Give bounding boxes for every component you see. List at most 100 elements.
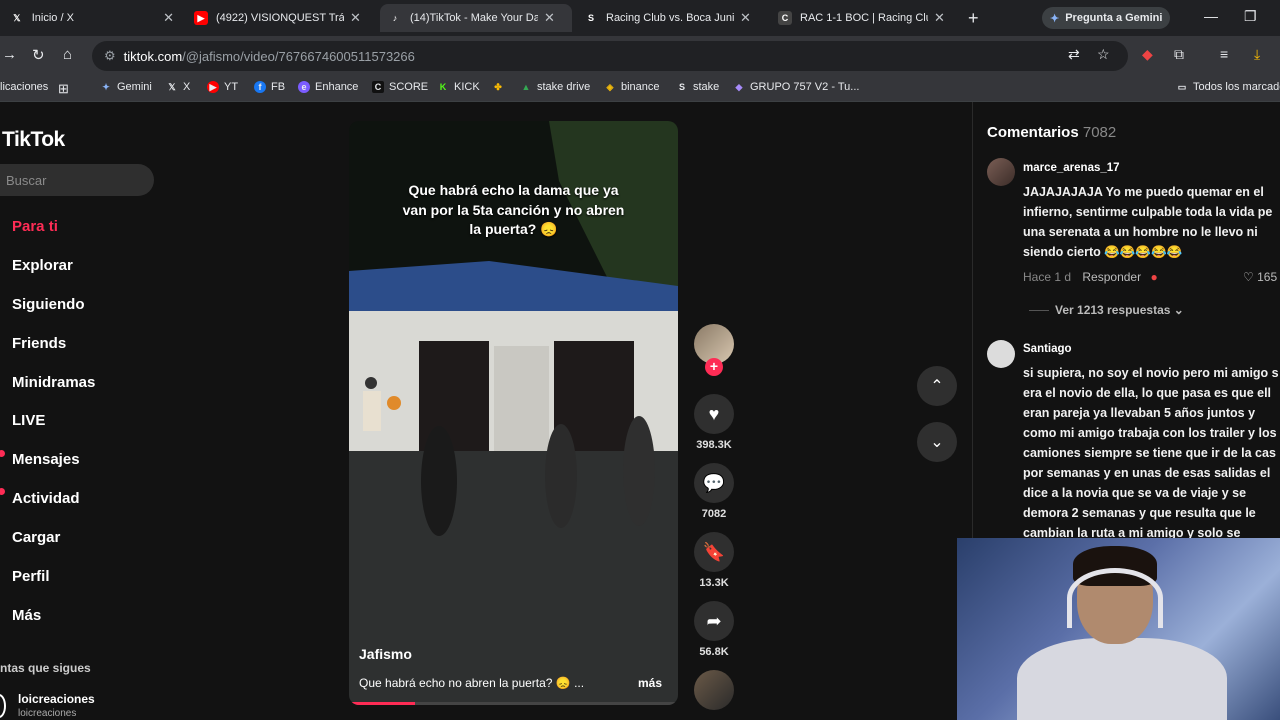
close-icon[interactable]: ✕ (740, 10, 751, 26)
bookmark-stake-drive[interactable]: ▲ stake drive (520, 81, 591, 93)
sidebar-item-mensajes[interactable]: Mensajes (12, 451, 80, 468)
tab-youtube[interactable]: ▶ (4922) VISIONQUEST Tráiler ✕ (186, 4, 376, 32)
follow-plus-icon[interactable]: + (705, 358, 723, 376)
close-icon[interactable]: ✕ (163, 10, 174, 26)
tab-racing[interactable]: S Racing Club vs. Boca Juniors ✕ (576, 4, 766, 32)
like-count: 398.3K (696, 439, 732, 451)
url-path: /@jafismo/video/7676674600511573266 (182, 48, 415, 64)
bookmark-stake[interactable]: Sstake (676, 81, 719, 93)
sidebar-item-mas[interactable]: Más (12, 607, 41, 624)
heart-icon[interactable]: ♥ (694, 394, 734, 434)
chevron-up-icon: ⌃ (930, 378, 944, 395)
maximize-icon[interactable]: ❐ (1244, 8, 1257, 25)
tab-rac-boc[interactable]: C RAC 1-1 BOC | Racing Club ✕ (770, 4, 960, 32)
bookmark-enhance[interactable]: e Enhance (298, 81, 358, 93)
comment-like-count: 165 (1257, 270, 1278, 284)
close-icon[interactable]: ✕ (544, 10, 555, 26)
like-action[interactable]: ♥ 398.3K (692, 394, 736, 451)
reply-button[interactable]: Responder (1082, 270, 1141, 284)
avatar[interactable] (987, 158, 1015, 186)
url-input[interactable]: ⚙ tiktok.com/@jafismo/video/767667460051… (92, 41, 1128, 71)
heart-icon[interactable]: ♡ (1243, 270, 1254, 284)
save-action[interactable]: 🔖 13.3K (692, 532, 736, 589)
sidebar-item-explorar[interactable]: Explorar (12, 257, 73, 274)
view-replies-label: Ver 1213 respuestas (1055, 303, 1171, 317)
close-icon[interactable]: ✕ (350, 10, 361, 26)
x-logo-icon: 𝕏 (168, 82, 176, 92)
star-icon[interactable]: ☆ (1097, 46, 1110, 63)
tab-title: (4922) VISIONQUEST Tráiler (216, 12, 344, 24)
comment-action[interactable]: 💬 7082 (692, 463, 736, 520)
sidebar-item-perfil[interactable]: Perfil (12, 568, 50, 585)
music-disc-icon[interactable] (694, 670, 734, 710)
comment-icon[interactable]: 💬 (694, 463, 734, 503)
home-icon[interactable]: ⌂ (63, 46, 72, 63)
bookmark-gemini[interactable]: ✦ Gemini (100, 81, 152, 93)
sidebar-item-friends[interactable]: Friends (12, 335, 66, 352)
comment-user[interactable]: marce_arenas_17 (1023, 162, 1120, 174)
bookmark-pinwheel[interactable]: ✤ (492, 81, 509, 93)
bookmark-binance[interactable]: ◈ binance (604, 81, 660, 93)
sidebar-item-actividad[interactable]: Actividad (12, 490, 80, 507)
notification-dot (0, 488, 5, 495)
previous-video-button[interactable]: ⌃ (917, 366, 957, 406)
following-user[interactable]: loicreaciones (18, 692, 95, 706)
download-icon[interactable]: ⤓ (1254, 46, 1260, 63)
browser-tab-bar: 𝕏 Inicio / X ✕ ▶ (4922) VISIONQUEST Trái… (0, 0, 1280, 36)
site-info-icon[interactable]: ⚙ (104, 48, 116, 64)
tab-title: Inicio / X (31, 12, 74, 24)
search-input[interactable]: Buscar (0, 164, 154, 196)
gemini-button[interactable]: ✦ Pregunta a Gemini (1042, 7, 1171, 29)
tab-x[interactable]: 𝕏 Inicio / X ✕ (2, 4, 182, 32)
next-video-button[interactable]: ⌄ (917, 422, 957, 462)
forward-icon[interactable]: → (2, 46, 17, 63)
reload-icon[interactable]: ↻ (32, 46, 45, 64)
sidebar-item-live[interactable]: LIVE (12, 412, 45, 429)
sidebar-item-cargar[interactable]: Cargar (12, 529, 60, 546)
sidebar-item-minidramas[interactable]: Minidramas (12, 374, 95, 391)
comment-count: 7082 (701, 508, 727, 520)
creator-liked-icon: ● (1150, 270, 1158, 284)
youtube-icon: ▶ (207, 81, 219, 93)
music-disc[interactable] (692, 670, 736, 710)
comment-text-line: demora 2 semanas y que resulta que le (1023, 506, 1256, 520)
bookmark-item[interactable]: licaciones (0, 81, 48, 93)
avatar[interactable] (0, 694, 6, 718)
comment-text-line: era el novio de ella, lo que pasa es que… (1023, 386, 1272, 400)
share-action[interactable]: ➦ 56.8K (692, 601, 736, 658)
tiktok-logo[interactable]: TikTok (2, 128, 65, 152)
bookmark-x[interactable]: 𝕏X (166, 81, 190, 93)
extension-icon[interactable]: ◆ (1142, 46, 1153, 63)
apps-grid-icon[interactable]: ⊞ (58, 81, 69, 97)
bookmark-score[interactable]: C SCORE (372, 81, 428, 93)
video-author[interactable]: Jafismo (359, 646, 412, 662)
bookmark-yt[interactable]: ▶ YT (207, 81, 238, 93)
share-icon[interactable]: ➦ (694, 601, 734, 641)
translate-icon[interactable]: ⇄ (1068, 46, 1080, 63)
bookmark-kick[interactable]: K KICK (437, 81, 480, 93)
sidebar-item-siguiendo[interactable]: Siguiendo (12, 296, 85, 313)
comment-like[interactable]: ♡ 165 (1243, 270, 1277, 284)
avatar[interactable] (987, 340, 1015, 368)
close-icon[interactable]: ✕ (934, 10, 945, 26)
puzzle-icon[interactable]: ⧉ (1174, 46, 1184, 63)
video-player[interactable]: Que habrá echo la dama que ya van por la… (349, 121, 678, 705)
view-replies-button[interactable]: Ver 1213 respuestas ⌄ (1029, 303, 1184, 317)
gemini-icon: ✦ (102, 82, 110, 92)
tab-tiktok[interactable]: ♪ (14)TikTok - Make Your Day ✕ (380, 4, 572, 32)
enhance-icon: e (298, 81, 310, 93)
bookmark-all[interactable]: ▭ Todos los marcado (1176, 81, 1280, 93)
bookmark-fb[interactable]: f FB (254, 81, 285, 93)
bookmark-grupo[interactable]: ◆ GRUPO 757 V2 - Tu... (733, 81, 860, 93)
media-icon[interactable]: ≡ (1220, 46, 1228, 62)
comment-text-line: JAJAJAJAJA Yo me puedo quemar en el (1023, 185, 1264, 199)
more-button[interactable]: más (638, 676, 662, 690)
bookmark-icon[interactable]: 🔖 (694, 532, 734, 572)
comment-text-line: camiones siempre se tiene que ir de la c… (1023, 446, 1276, 460)
video-progress-bar[interactable] (349, 702, 678, 705)
minimize-icon[interactable]: — (1204, 8, 1218, 24)
sidebar-item-para-ti[interactable]: Para ti (12, 218, 58, 235)
tab-title: Racing Club vs. Boca Juniors (606, 12, 734, 24)
comment-user[interactable]: Santiago (1023, 343, 1072, 355)
new-tab-button[interactable]: + (968, 8, 979, 29)
